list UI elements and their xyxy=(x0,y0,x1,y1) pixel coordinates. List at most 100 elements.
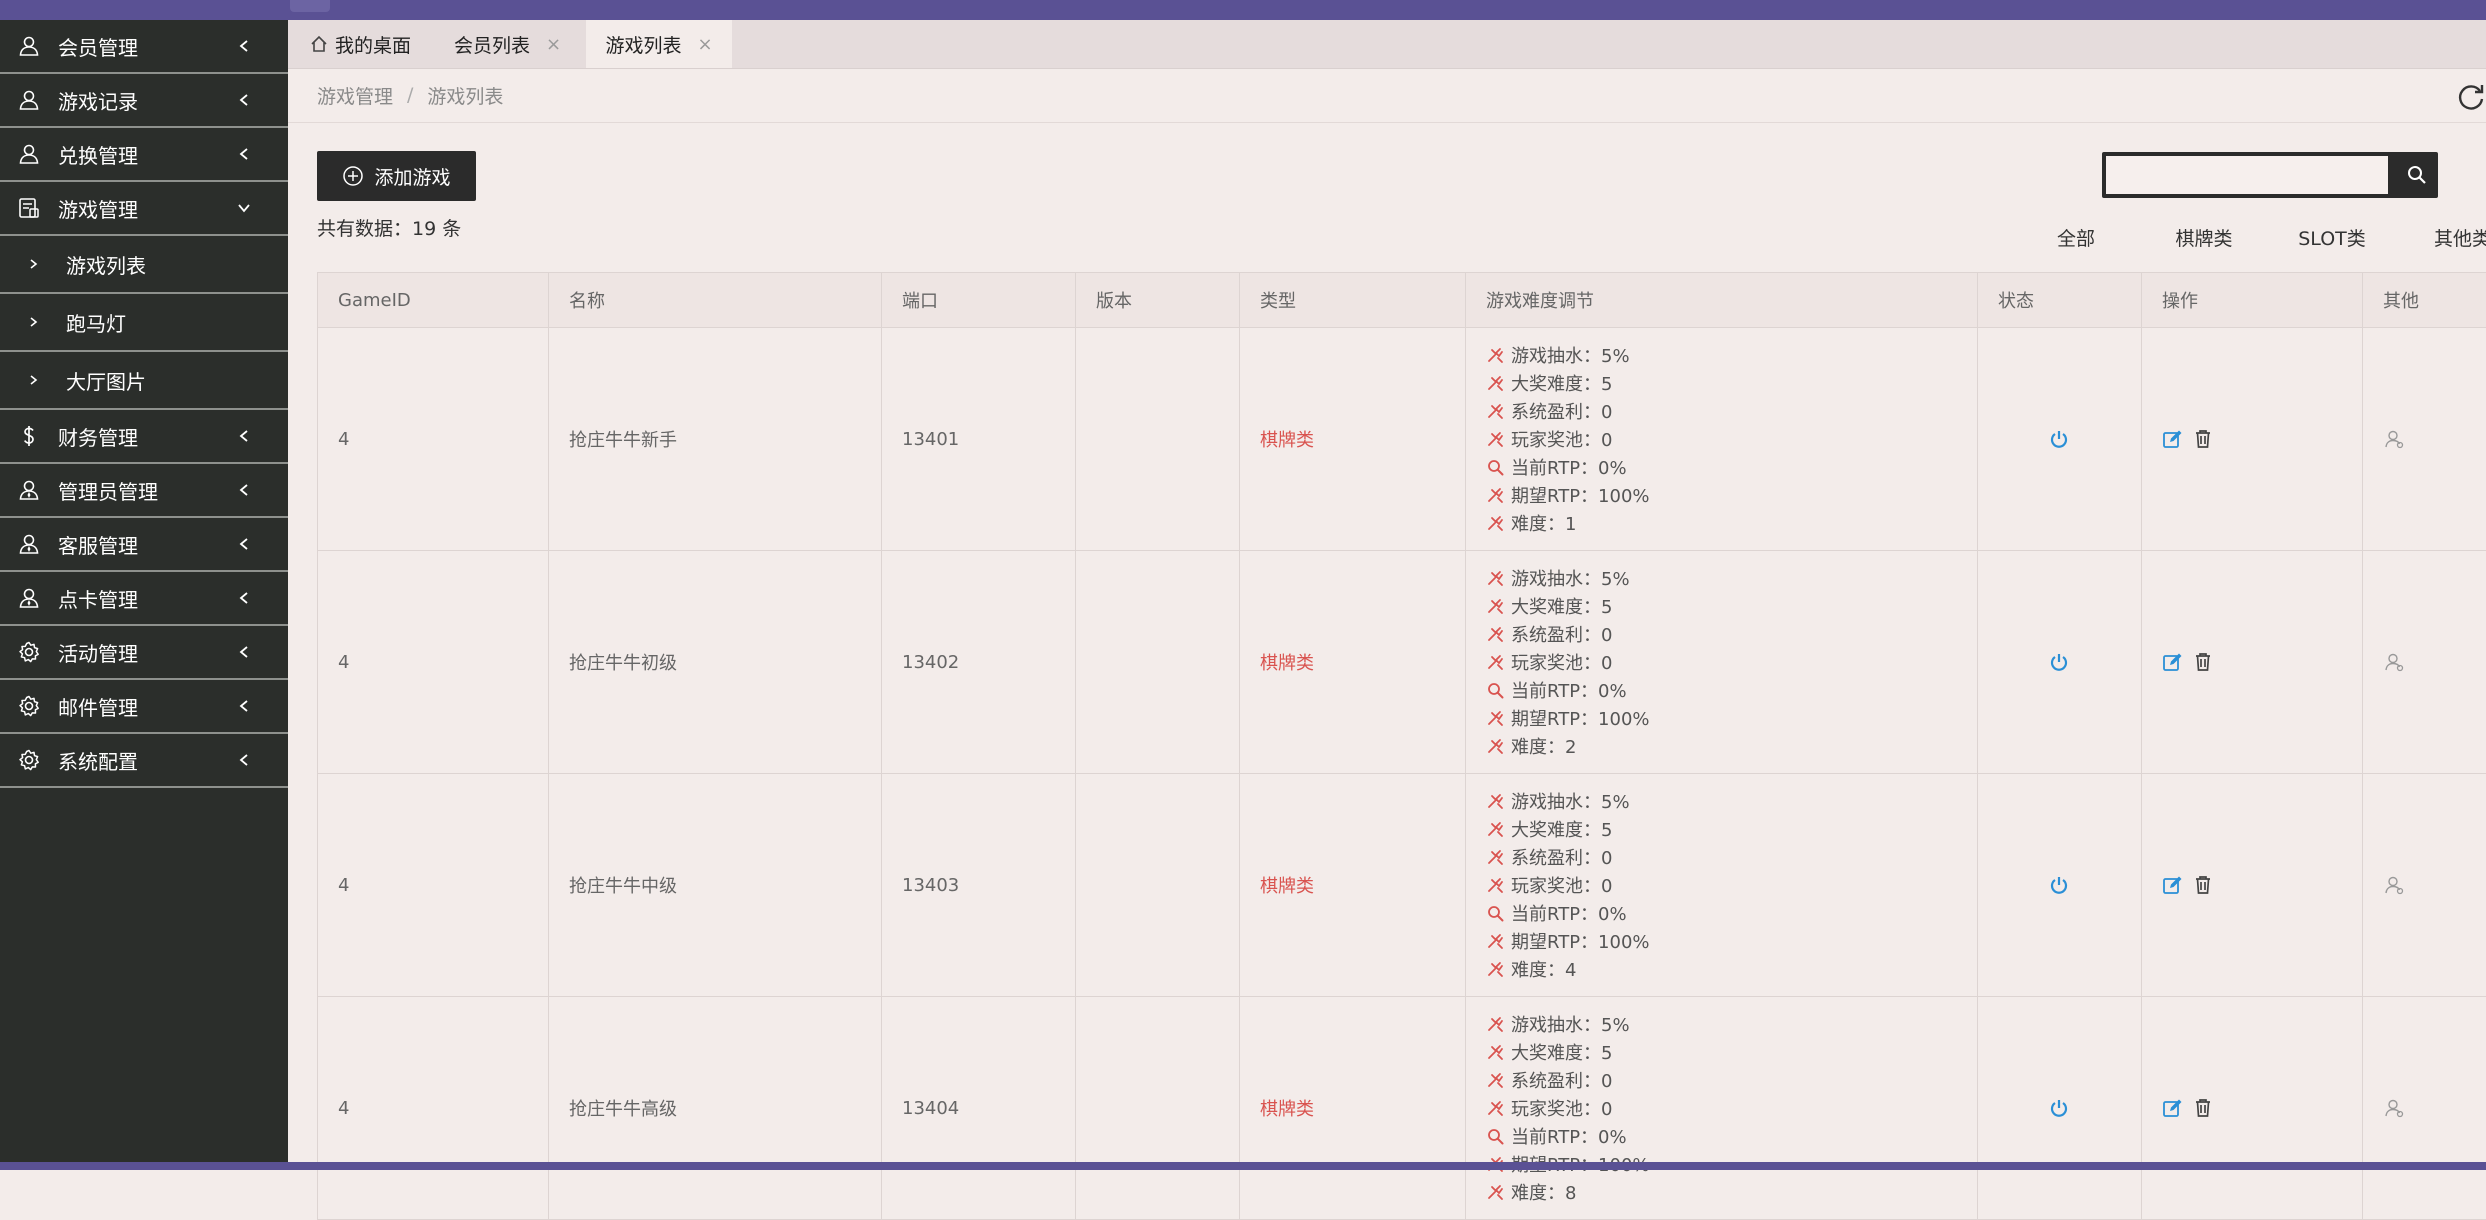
difficulty-line[interactable]: 难度：2 xyxy=(1486,732,1976,760)
difficulty-text: 大奖难度：5 xyxy=(1511,816,1612,842)
user-settings-icon[interactable] xyxy=(2383,651,2405,673)
cell-difficulty: 游戏抽水：5%大奖难度：5系统盈利：0玩家奖池：0当前RTP：0%期望RTP：1… xyxy=(1466,997,1978,1220)
filter-tab-slot[interactable]: SLOT类 xyxy=(2268,224,2396,272)
difficulty-line[interactable]: 难度：4 xyxy=(1486,955,1976,983)
user-settings-icon[interactable] xyxy=(2383,1097,2405,1119)
trash-icon[interactable] xyxy=(2192,1097,2214,1119)
sidebar-item-0[interactable]: 会员管理 xyxy=(0,20,288,74)
user-icon xyxy=(17,88,41,112)
filter-tab-other[interactable]: 其他类 xyxy=(2396,224,2486,272)
difficulty-line[interactable]: 当前RTP：0% xyxy=(1486,453,1976,481)
table-row: 4抢庄牛牛高级13404棋牌类游戏抽水：5%大奖难度：5系统盈利：0玩家奖池：0… xyxy=(318,997,2486,1220)
difficulty-line[interactable]: 当前RTP：0% xyxy=(1486,899,1976,927)
power-icon[interactable] xyxy=(2048,651,2070,673)
cell-difficulty: 游戏抽水：5%大奖难度：5系统盈利：0玩家奖池：0当前RTP：0%期望RTP：1… xyxy=(1466,774,1978,997)
search-input[interactable] xyxy=(2106,156,2388,194)
close-icon[interactable]: × xyxy=(697,34,712,55)
edit-icon[interactable] xyxy=(2162,1097,2184,1119)
edit-icon[interactable] xyxy=(2162,874,2184,896)
sidebar-subitem-0[interactable]: 游戏列表 xyxy=(0,236,288,294)
difficulty-line[interactable]: 系统盈利：0 xyxy=(1486,397,1976,425)
difficulty-line[interactable]: 玩家奖池：0 xyxy=(1486,871,1976,899)
difficulty-line[interactable]: 当前RTP：0% xyxy=(1486,676,1976,704)
trash-icon[interactable] xyxy=(2192,428,2214,450)
tab-game-list[interactable]: 游戏列表 × xyxy=(586,20,732,68)
power-icon[interactable] xyxy=(2048,874,2070,896)
wrench-icon xyxy=(1486,932,1504,950)
search-icon[interactable] xyxy=(2406,164,2428,186)
sidebar-item-7[interactable]: 点卡管理 xyxy=(0,572,288,626)
sidebar-item-label: 财务管理 xyxy=(58,422,232,451)
difficulty-line[interactable]: 大奖难度：5 xyxy=(1486,815,1976,843)
difficulty-line[interactable]: 大奖难度：5 xyxy=(1486,369,1976,397)
game-manage-icon xyxy=(17,196,41,220)
difficulty-line[interactable]: 大奖难度：5 xyxy=(1486,592,1976,620)
cell-name: 抢庄牛牛初级 xyxy=(549,551,882,774)
difficulty-line[interactable]: 玩家奖池：0 xyxy=(1486,1094,1976,1122)
difficulty-line[interactable]: 游戏抽水：5% xyxy=(1486,787,1976,815)
difficulty-line[interactable]: 期望RTP：100% xyxy=(1486,704,1976,732)
sidebar: 会员管理游戏记录兑换管理游戏管理游戏列表跑马灯大厅图片财务管理管理员管理客服管理… xyxy=(0,20,288,1162)
wrench-icon xyxy=(1486,430,1504,448)
wrench-icon xyxy=(1486,486,1504,504)
breadcrumb-parent[interactable]: 游戏管理 xyxy=(317,82,393,109)
cell-name: 抢庄牛牛新手 xyxy=(549,328,882,551)
difficulty-text: 系统盈利：0 xyxy=(1511,844,1612,870)
user-settings-icon[interactable] xyxy=(2383,428,2405,450)
trash-icon[interactable] xyxy=(2192,651,2214,673)
difficulty-line[interactable]: 系统盈利：0 xyxy=(1486,843,1976,871)
edit-icon[interactable] xyxy=(2162,428,2184,450)
difficulty-text: 当前RTP：0% xyxy=(1511,1123,1627,1149)
table-row: 4抢庄牛牛初级13402棋牌类游戏抽水：5%大奖难度：5系统盈利：0玩家奖池：0… xyxy=(318,551,2486,774)
difficulty-line[interactable]: 系统盈利：0 xyxy=(1486,620,1976,648)
sidebar-item-3[interactable]: 游戏管理 xyxy=(0,182,288,236)
admin-icon xyxy=(17,478,41,502)
user-settings-icon[interactable] xyxy=(2383,874,2405,896)
difficulty-line[interactable]: 大奖难度：5 xyxy=(1486,1038,1976,1066)
cell-version xyxy=(1076,551,1240,774)
wrench-icon xyxy=(1486,597,1504,615)
table-row: 4抢庄牛牛中级13403棋牌类游戏抽水：5%大奖难度：5系统盈利：0玩家奖池：0… xyxy=(318,774,2486,997)
difficulty-line[interactable]: 难度：8 xyxy=(1486,1178,1976,1206)
difficulty-text: 系统盈利：0 xyxy=(1511,398,1612,424)
power-icon[interactable] xyxy=(2048,1097,2070,1119)
edit-icon[interactable] xyxy=(2162,651,2184,673)
trash-icon[interactable] xyxy=(2192,874,2214,896)
add-game-button[interactable]: 添加游戏 xyxy=(317,151,476,201)
difficulty-text: 游戏抽水：5% xyxy=(1511,342,1630,368)
tab-member-list[interactable]: 会员列表 × xyxy=(454,20,561,68)
difficulty-line[interactable]: 游戏抽水：5% xyxy=(1486,341,1976,369)
sidebar-item-5[interactable]: 管理员管理 xyxy=(0,464,288,518)
sidebar-subitem-1[interactable]: 跑马灯 xyxy=(0,294,288,352)
difficulty-line[interactable]: 玩家奖池：0 xyxy=(1486,425,1976,453)
tab-home[interactable]: 我的桌面 xyxy=(309,20,411,68)
sidebar-item-9[interactable]: 邮件管理 xyxy=(0,680,288,734)
sidebar-item-2[interactable]: 兑换管理 xyxy=(0,128,288,182)
sidebar-item-8[interactable]: 活动管理 xyxy=(0,626,288,680)
filter-tab-all[interactable]: 全部 xyxy=(2012,224,2140,274)
difficulty-line[interactable]: 游戏抽水：5% xyxy=(1486,564,1976,592)
power-icon[interactable] xyxy=(2048,428,2070,450)
close-icon[interactable]: × xyxy=(546,34,561,55)
sidebar-subitem-2[interactable]: 大厅图片 xyxy=(0,352,288,410)
difficulty-line[interactable]: 难度：1 xyxy=(1486,509,1976,537)
difficulty-line[interactable]: 玩家奖池：0 xyxy=(1486,648,1976,676)
sidebar-item-4[interactable]: 财务管理 xyxy=(0,410,288,464)
sidebar-item-10[interactable]: 系统配置 xyxy=(0,734,288,788)
admin-icon xyxy=(17,586,41,610)
sidebar-item-1[interactable]: 游戏记录 xyxy=(0,74,288,128)
difficulty-line[interactable]: 期望RTP：100% xyxy=(1486,481,1976,509)
top-bar xyxy=(0,0,2486,20)
cell-version xyxy=(1076,774,1240,997)
header-port: 端口 xyxy=(882,273,1076,328)
difficulty-line[interactable]: 当前RTP：0% xyxy=(1486,1122,1976,1150)
difficulty-text: 期望RTP：100% xyxy=(1511,482,1650,508)
plus-circle-icon xyxy=(342,165,364,187)
difficulty-line[interactable]: 系统盈利：0 xyxy=(1486,1066,1976,1094)
sidebar-item-6[interactable]: 客服管理 xyxy=(0,518,288,572)
refresh-icon[interactable] xyxy=(2456,82,2486,112)
difficulty-line[interactable]: 游戏抽水：5% xyxy=(1486,1010,1976,1038)
sidebar-item-label: 管理员管理 xyxy=(58,476,232,505)
difficulty-line[interactable]: 期望RTP：100% xyxy=(1486,927,1976,955)
filter-tab-chess[interactable]: 棋牌类 xyxy=(2140,224,2268,272)
